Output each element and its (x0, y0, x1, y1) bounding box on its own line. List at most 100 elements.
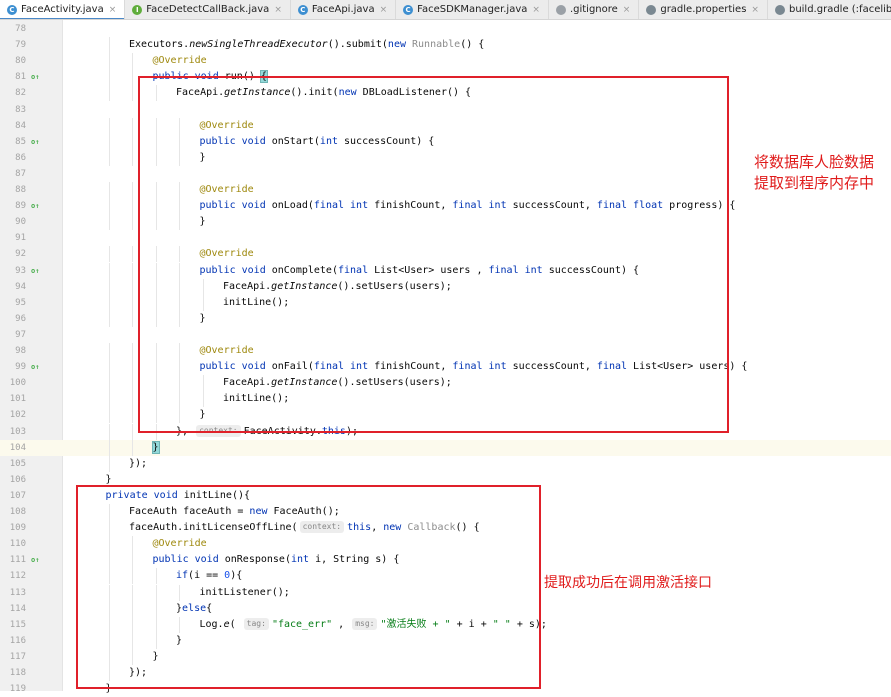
line-number: 111 (9, 555, 26, 566)
line-number: 93 (15, 265, 26, 276)
indent-guide (108, 455, 110, 472)
indent-guide (132, 278, 133, 295)
code-line[interactable]: 104} (0, 439, 891, 456)
class-icon: C (297, 4, 308, 15)
line-number: 117 (9, 651, 26, 662)
code-line[interactable]: 78 (0, 21, 891, 37)
highlight-box-db-load (138, 76, 729, 433)
line-number: 102 (9, 410, 26, 421)
editor-tab[interactable]: .gitignore × (549, 0, 640, 19)
editor-tab[interactable]: C FaceApi.java × (291, 0, 397, 19)
code-token: new (387, 39, 413, 51)
override-gutter-icon[interactable]: o↑ (31, 138, 39, 146)
indent-guide (132, 423, 133, 440)
close-tab-icon[interactable]: × (109, 5, 117, 15)
line-number: 100 (9, 378, 26, 389)
close-tab-icon[interactable]: × (751, 5, 759, 15)
line-number: 112 (9, 571, 26, 582)
indent-guide (132, 149, 133, 166)
editor-tab[interactable]: C FaceActivity.java × (0, 0, 126, 19)
line-number: 79 (15, 40, 26, 51)
annotation-note-db-load: 将数据库人脸数据 提取到程序内存中 (754, 152, 874, 194)
indent-guide (132, 53, 133, 70)
override-gutter-icon[interactable]: o↑ (31, 556, 39, 564)
code-line[interactable]: 105}); (0, 455, 891, 472)
editor-tab[interactable]: gradle.properties × (639, 0, 768, 19)
editor-tab-label: FaceActivity.java (21, 4, 104, 15)
indent-guide (108, 375, 110, 392)
line-number: 94 (15, 281, 26, 292)
line-number: 80 (15, 56, 26, 67)
line-number: 103 (9, 426, 26, 437)
editor-tab-label: gradle.properties (660, 4, 747, 15)
code-text: } (151, 440, 160, 456)
indent-guide (108, 214, 110, 231)
override-gutter-icon[interactable]: o↑ (31, 202, 39, 210)
indent-guide (132, 439, 133, 456)
override-gutter-icon[interactable]: o↑ (31, 363, 39, 371)
line-number: 97 (15, 329, 26, 340)
line-number: 95 (15, 297, 26, 308)
indent-guide (132, 117, 133, 134)
line-number: 118 (9, 668, 26, 678)
class-icon: C (403, 4, 414, 15)
override-gutter-icon[interactable]: o↑ (31, 73, 39, 81)
line-number: 109 (9, 523, 26, 534)
code-token: }); (129, 457, 148, 469)
indent-guide (132, 85, 133, 102)
close-tab-icon[interactable]: × (380, 5, 388, 15)
indent-guide (132, 375, 133, 392)
line-number: 119 (9, 684, 26, 695)
line-number: 108 (9, 507, 26, 517)
line-number: 96 (15, 313, 26, 324)
code-text: Executors.newSingleThreadExecutor().subm… (129, 37, 484, 53)
code-token: } (105, 473, 112, 485)
line-number: 104 (9, 442, 26, 453)
line-number: 98 (15, 346, 26, 356)
indent-guide (108, 85, 110, 102)
indent-guide (108, 53, 110, 70)
indent-guide (108, 407, 110, 424)
close-tab-icon[interactable]: × (274, 5, 282, 15)
indent-guide (132, 214, 133, 231)
line-number: 113 (9, 587, 26, 598)
line-number: 82 (15, 88, 26, 99)
code-text: @Override (153, 53, 207, 69)
editor-tab[interactable]: build.gradle (:facelibrary)× (768, 0, 891, 19)
line-number: 105 (9, 458, 26, 469)
line-number: 114 (9, 603, 26, 614)
editor-tab-label: FaceSDKManager.java (417, 4, 528, 15)
indent-guide (108, 359, 110, 376)
line-number: 92 (15, 249, 26, 260)
close-tab-icon[interactable]: × (532, 5, 540, 15)
editor-tab-label: .gitignore (569, 4, 618, 15)
indent-guide (108, 117, 110, 134)
code-line[interactable]: 80 @Override (0, 53, 891, 70)
override-gutter-icon[interactable]: o↑ (31, 267, 39, 275)
code-line[interactable]: 79 Executors.newSingleThreadExecutor().su… (0, 37, 891, 54)
line-number: 107 (9, 490, 26, 501)
code-text: }); (129, 456, 147, 472)
line-number: 78 (15, 24, 26, 34)
indent-guide (108, 391, 110, 408)
editor-tab-label: FaceApi.java (311, 4, 375, 15)
line-number: 110 (9, 539, 26, 550)
editor-tab[interactable]: C FaceSDKManager.java × (396, 0, 549, 19)
indent-guide (132, 391, 133, 408)
indent-guide (108, 37, 110, 54)
indent-guide (132, 407, 133, 424)
line-number: 88 (15, 185, 26, 195)
line-number: 91 (15, 233, 26, 244)
indent-guide (108, 246, 110, 263)
highlight-box-init-line (76, 485, 541, 689)
editor-tab-bar: C FaceActivity.java × I FaceDetectCallBack.j… (0, 0, 891, 20)
close-tab-icon[interactable]: × (623, 5, 631, 15)
line-number: 89 (15, 201, 26, 212)
code-token: newSingleThreadExecutor (189, 39, 328, 51)
annotation-note-db-load-line1: 将数据库人脸数据 (754, 153, 875, 171)
editor-tab[interactable]: I FaceDetectCallBack.java × (125, 0, 291, 19)
matched-brace: } (151, 440, 160, 454)
editor-tab-label: build.gradle (:facelibrary) (788, 4, 891, 15)
line-number: 87 (15, 168, 26, 179)
indent-guide (132, 359, 133, 376)
